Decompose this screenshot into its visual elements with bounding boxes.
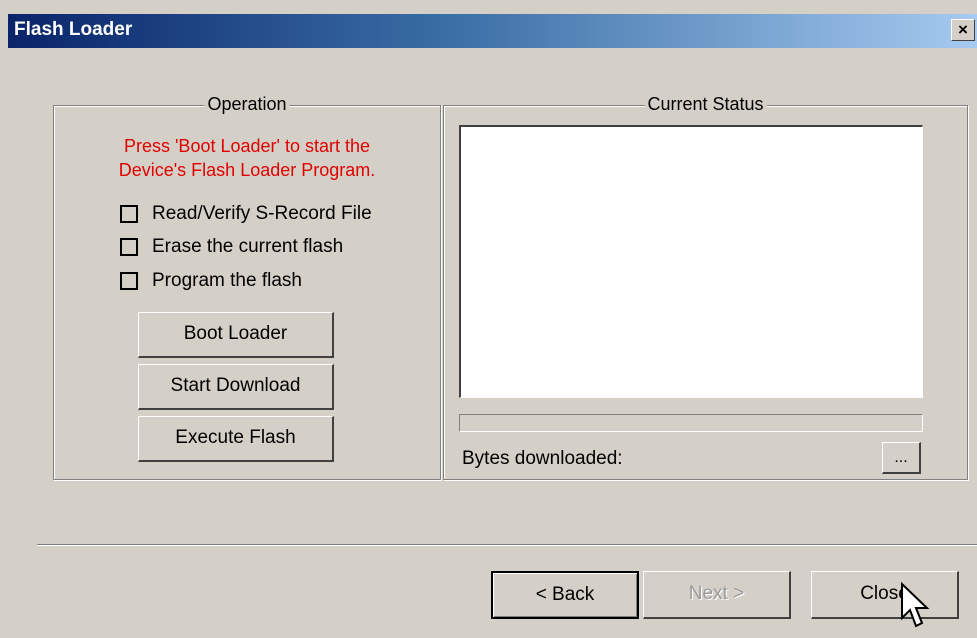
title-bar[interactable]: Flash Loader × [8,14,977,48]
instruction-text: Press 'Boot Loader' to start the Device'… [54,134,440,182]
instruction-line-2: Device's Flash Loader Program. [118,160,376,180]
checkbox-label: Read/Verify S-Record File [152,203,372,224]
bytes-downloaded-label: Bytes downloaded: [462,448,623,469]
footer-separator [37,544,977,546]
back-button[interactable]: < Back [491,571,639,619]
current-status-group: Current Status Bytes downloaded: ... [443,94,968,480]
checkbox-label: Program the flash [152,270,302,291]
checkbox-box[interactable] [120,205,138,223]
window-title: Flash Loader [14,19,133,40]
close-icon[interactable]: × [951,19,975,41]
checkbox-erase-flash[interactable]: Erase the current flash [120,235,343,259]
download-progress-bar [459,414,923,432]
boot-loader-button[interactable]: Boot Loader [138,312,334,358]
checkbox-box[interactable] [120,238,138,256]
checkbox-read-verify[interactable]: Read/Verify S-Record File [120,202,372,226]
checkbox-box[interactable] [120,272,138,290]
next-button[interactable]: Next > [643,571,791,619]
operation-group: Operation Press 'Boot Loader' to start t… [53,94,441,480]
operation-legend: Operation [204,94,290,115]
mouse-pointer-icon [901,582,930,628]
instruction-line-1: Press 'Boot Loader' to start the [123,136,370,156]
browse-button[interactable]: ... [882,442,921,474]
close-button[interactable]: Close [811,571,959,619]
execute-flash-button[interactable]: Execute Flash [138,416,334,462]
checkbox-label: Erase the current flash [152,236,344,257]
current-status-legend: Current Status [644,94,767,115]
checkbox-program-flash[interactable]: Program the flash [120,269,302,293]
status-log[interactable] [459,125,923,398]
start-download-button[interactable]: Start Download [138,364,334,410]
flash-loader-window: Flash Loader × Operation Press 'Boot Loa… [0,0,977,638]
